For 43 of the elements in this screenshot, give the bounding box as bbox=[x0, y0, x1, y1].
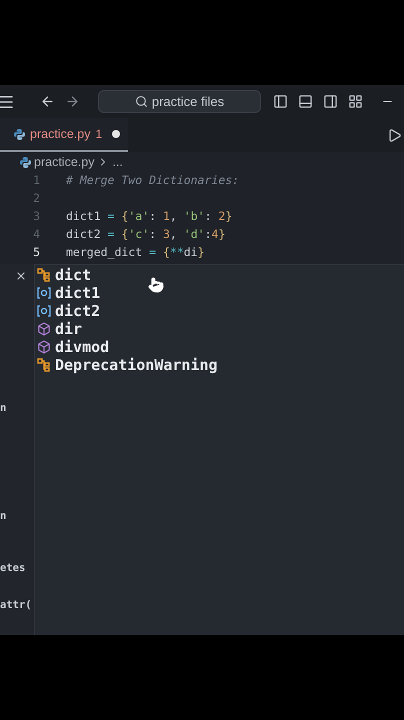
line-number: 4 bbox=[32, 226, 40, 244]
run-icon[interactable] bbox=[387, 128, 402, 142]
line-number: 2 bbox=[32, 190, 40, 208]
suggestion-item[interactable]: dict1 bbox=[35, 284, 404, 302]
editor-tab[interactable]: practice.py 1 bbox=[0, 118, 128, 152]
variable-icon bbox=[37, 287, 51, 299]
method-cube-icon bbox=[37, 340, 51, 354]
code-line: merged_dict = {**di} bbox=[66, 244, 205, 262]
method-cube-icon bbox=[37, 322, 51, 336]
python-file-icon bbox=[20, 156, 31, 168]
search-text: practice files bbox=[152, 92, 224, 111]
mouse-pointer-icon bbox=[148, 277, 164, 293]
suggestion-item[interactable]: dict bbox=[35, 266, 404, 284]
panel-text-fragment: n bbox=[0, 401, 8, 416]
suggestion-item[interactable]: dict2 bbox=[35, 302, 404, 320]
suggestion-item[interactable]: divmod bbox=[35, 338, 404, 356]
breadcrumb-item[interactable]: practice.py bbox=[34, 152, 94, 172]
line-number: 1 bbox=[32, 172, 40, 190]
panel-text-fragment: attr( bbox=[0, 598, 33, 614]
class-icon bbox=[37, 268, 51, 282]
suggestion-item[interactable]: DeprecationWarning bbox=[35, 356, 404, 374]
panel-text-fragment: etes bbox=[0, 560, 26, 576]
line-number: 5 bbox=[32, 244, 40, 262]
code-line: dict1 = {'a': 1, 'b': 2} bbox=[66, 208, 232, 226]
python-file-icon bbox=[14, 128, 25, 140]
forward-arrow-icon[interactable] bbox=[65, 94, 80, 109]
close-icon[interactable] bbox=[15, 270, 27, 282]
search-icon bbox=[134, 95, 148, 108]
line-number: 3 bbox=[32, 208, 40, 226]
code-line: # Merge Two Dictionaries: bbox=[66, 172, 240, 190]
breadcrumb-item[interactable]: ... bbox=[112, 152, 123, 172]
code-line: dict2 = {'c': 3, 'd':4} bbox=[66, 226, 226, 244]
tab-title: practice.py bbox=[30, 126, 90, 143]
problem-count: 1 bbox=[95, 126, 102, 143]
layout-icon[interactable] bbox=[348, 94, 363, 109]
variable-icon bbox=[37, 305, 51, 317]
suggestion-item[interactable]: dir bbox=[35, 320, 404, 338]
panel-toggle-icon[interactable] bbox=[298, 94, 313, 109]
class-icon bbox=[37, 358, 51, 372]
search-field[interactable]: practice files bbox=[98, 90, 261, 113]
panel-text-fragment: n bbox=[0, 508, 8, 524]
sidebar-toggle-icon[interactable] bbox=[273, 94, 288, 109]
secondary-sidebar-icon[interactable] bbox=[323, 94, 338, 109]
